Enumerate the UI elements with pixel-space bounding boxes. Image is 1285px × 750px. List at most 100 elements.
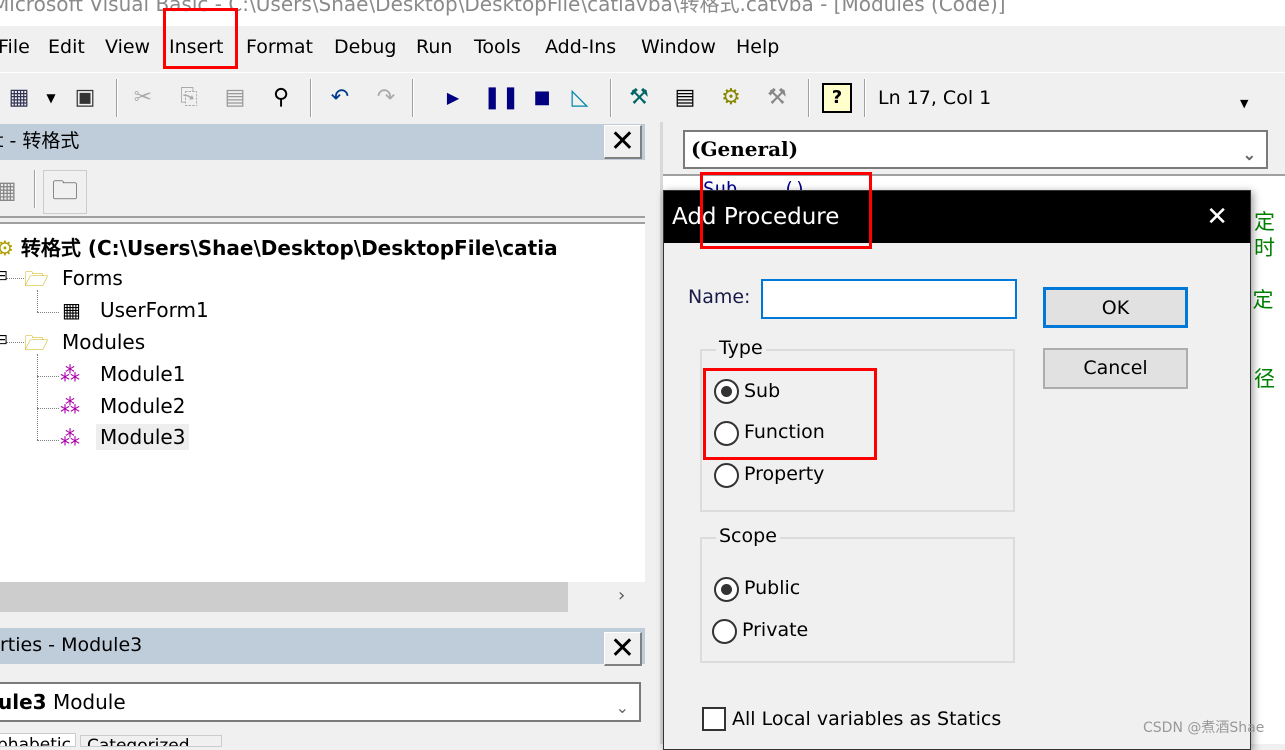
paste-icon[interactable]: ▤ [220,83,250,113]
close-properties-panel-button[interactable]: ✕ [604,632,642,666]
statics-checkbox[interactable] [702,707,726,731]
tree-item-module1[interactable]: Module1 [100,362,185,386]
procedure-name-input[interactable] [761,279,1017,319]
menu-debug[interactable]: Debug [334,36,396,58]
menu-window[interactable]: Window [641,36,716,58]
menu-add-ins[interactable]: Add-Ins [545,36,616,58]
add-procedure-dialog: Add Procedure ✕ Name: OK Cancel Type Sub… [663,190,1251,750]
toggle-folders-icon[interactable]: 🗀 [43,170,87,214]
property-radio[interactable] [714,463,739,488]
object-selector-combo[interactable]: ule3 Module ⌄ [0,682,641,722]
type-legend: Type [716,337,766,359]
scope-group: Scope Public Private [700,525,1015,663]
redo-icon[interactable]: ↷ [371,83,401,113]
dialog-title: Add Procedure [672,204,840,230]
menu-insert[interactable]: Insert [169,36,224,58]
ok-button[interactable]: OK [1043,287,1188,328]
private-radio[interactable] [712,619,737,644]
run-icon[interactable]: ▶ [438,83,468,113]
menu-run[interactable]: Run [416,36,452,58]
menu-tools[interactable]: Tools [474,36,521,58]
project-explorer-icon[interactable]: ⚒ [624,83,654,113]
properties-icon[interactable]: ▤ [670,83,700,113]
tree-line [6,342,24,343]
project-toolbar: ▦ 🗀 [0,166,645,218]
pause-icon[interactable]: ❚❚ [483,83,520,113]
tree-item-module2[interactable]: Module2 [100,394,185,418]
save-icon[interactable]: ▣ [70,83,100,113]
object-type: Module [52,690,126,714]
vba-project-icon: ⚙ [0,236,14,260]
menu-help[interactable]: Help [736,36,779,58]
help-icon[interactable]: ? [822,83,852,113]
object-browser-icon[interactable]: ⚙ [716,83,746,113]
tree-line [37,290,38,312]
module-icon: ⁂ [60,362,80,386]
tree-item-module3[interactable]: Module3 [96,424,190,450]
project-root[interactable]: ⚙ 转格式 (C:\Users\Shae\Desktop\DesktopFile… [0,232,558,261]
toolbar-separator [310,79,312,117]
menu-view[interactable]: View [105,36,150,58]
close-project-panel-button[interactable]: ✕ [604,125,642,159]
collapse-modules-icon[interactable]: ⊟ [0,332,8,348]
window-title-bar: Microsoft Visual Basic - C:\Users\Shae\D… [0,0,1285,26]
copy-icon[interactable]: ⎘ [174,83,204,113]
menu-edit[interactable]: Edit [48,36,85,58]
watermark: CSDN @煮酒Shae [1143,720,1265,736]
toolbar-separator [864,79,866,117]
menu-format[interactable]: Format [246,36,313,58]
public-label[interactable]: Public [744,577,800,599]
object-combo[interactable]: (General) ⌄ [683,130,1268,169]
toolbox-icon[interactable]: ⚒ [762,83,792,113]
scroll-right-icon[interactable]: › [618,585,625,606]
dialog-title-bar: Add Procedure ✕ [664,191,1250,243]
insert-userform-icon[interactable]: ▦ [4,83,34,113]
undo-icon[interactable]: ↶ [325,83,355,113]
cut-icon[interactable]: ✂ [128,83,158,113]
statics-label[interactable]: All Local variables as Statics [732,708,1001,730]
sub-label[interactable]: Sub [744,380,780,402]
function-radio[interactable] [714,421,739,446]
toolbar-separator [34,170,36,208]
cursor-position-status: Ln 17, Col 1 [878,87,992,109]
private-label[interactable]: Private [742,619,808,641]
object-combo-value: (General) [691,137,799,161]
userform-icon: ▦ [62,298,81,322]
property-label[interactable]: Property [744,463,824,485]
tree-line [37,354,38,440]
close-icon[interactable]: ✕ [1206,191,1228,243]
toolbar-separator [116,79,118,117]
module-icon: ⁂ [60,394,80,418]
cancel-button[interactable]: Cancel [1043,348,1188,389]
view-object-icon[interactable]: ▦ [0,176,17,204]
module-icon: ⁂ [60,426,80,450]
project-panel-title: t - 转格式 [0,130,80,152]
stop-icon[interactable]: ■ [527,83,557,113]
collapse-forms-icon[interactable]: ⊟ [0,268,8,284]
sub-radio[interactable] [714,379,739,404]
tab-categorized[interactable]: Categorized [80,735,222,747]
tree-folder-forms[interactable]: Forms [62,266,123,290]
tree-line [37,376,59,377]
tab-label: Categorized [87,736,190,747]
tab-label: phabetic [0,735,71,747]
tree-folder-modules[interactable]: Modules [62,330,145,354]
tree-item-userform1[interactable]: UserForm1 [100,298,209,322]
tree-line [37,312,59,313]
menu-file[interactable]: File [0,36,30,58]
tab-alphabetic[interactable]: phabetic [0,733,76,747]
chevron-down-icon: ⌄ [615,698,629,717]
tree-line [6,278,24,279]
function-label[interactable]: Function [744,421,825,443]
menu-bar: File Edit View Insert Format Debug Run T… [0,28,1285,68]
dropdown-arrow-icon[interactable]: ▼ [36,83,66,113]
scrollbar-thumb[interactable] [0,582,568,612]
project-horizontal-scrollbar[interactable]: › [0,582,645,614]
find-icon[interactable]: ⚲ [266,83,296,113]
toolbar-options-icon[interactable]: ▼ [1240,97,1248,110]
standard-toolbar: ▦ ▼ ▣ ✂ ⎘ ▤ ⚲ ↶ ↷ ▶ ❚❚ ■ ◺ ⚒ ▤ ⚙ ⚒ ? Ln … [0,72,1285,122]
design-mode-icon[interactable]: ◺ [565,83,595,113]
chevron-down-icon: ⌄ [1242,145,1256,164]
public-radio[interactable] [714,577,739,602]
toolbar-separator [412,79,414,117]
